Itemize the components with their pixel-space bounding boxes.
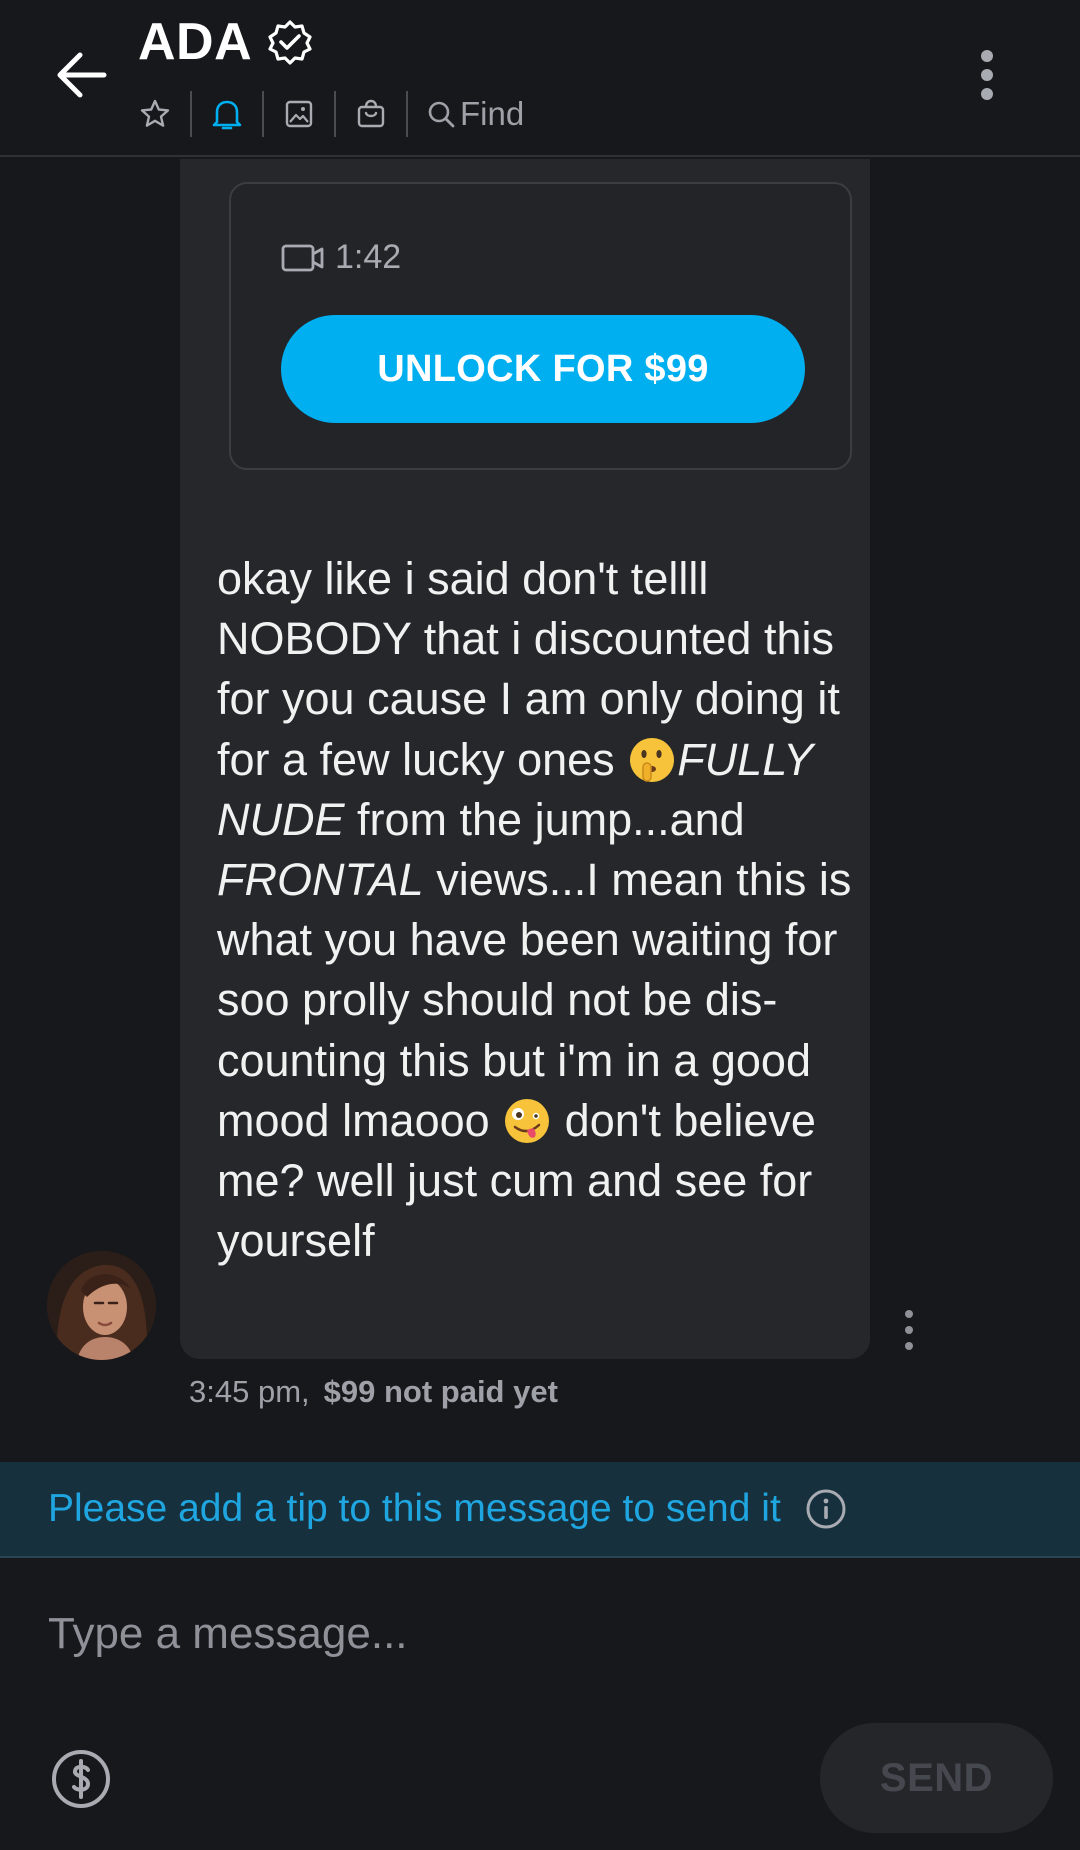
message-input[interactable]: [48, 1594, 1028, 1674]
locked-video-card[interactable]: 1:42 UNLOCK FOR $99: [229, 182, 852, 470]
message-meta: 3:45 pm, $99 not paid yet: [189, 1374, 558, 1410]
more-dots-icon: [981, 50, 993, 62]
message-dot: [905, 1342, 913, 1350]
message-dots-icon: [905, 1310, 913, 1318]
info-icon[interactable]: [805, 1488, 847, 1530]
message-time: 3:45 pm,: [189, 1374, 310, 1409]
notifications-button[interactable]: [210, 97, 244, 131]
unlock-label: UNLOCK FOR $99: [377, 347, 709, 390]
video-info: 1:42: [281, 238, 401, 277]
chat-toolbar: Find: [138, 90, 524, 138]
avatar[interactable]: [47, 1251, 156, 1360]
message-options-button[interactable]: [902, 1310, 916, 1350]
chat-screen: ADA Find 1:42 UNLOCK FOR $99 okay like i…: [0, 0, 1080, 1850]
tip-dollar-icon[interactable]: [50, 1748, 112, 1810]
star-icon: [140, 99, 170, 127]
creator-name[interactable]: ADA: [138, 12, 252, 72]
message-text: okay like i said don't tellll NOBODY tha…: [217, 549, 857, 1271]
shopping-bag-icon: [357, 99, 385, 128]
chat-header: ADA Find: [0, 0, 1080, 157]
shushing-face-icon: [630, 737, 675, 782]
send-button[interactable]: SEND: [820, 1723, 1053, 1833]
favorite-button[interactable]: [138, 97, 172, 131]
toolbar-divider: [190, 91, 192, 137]
search-icon: [428, 101, 455, 128]
unlock-button[interactable]: UNLOCK FOR $99: [281, 315, 805, 423]
more-dot: [981, 88, 993, 100]
title-row: ADA: [138, 12, 314, 72]
image-icon: [285, 100, 313, 128]
more-dot: [981, 69, 993, 81]
message-dot: [905, 1326, 913, 1334]
video-camera-icon: [281, 244, 324, 271]
verified-badge-icon: [266, 18, 314, 66]
avatar-photo: [47, 1251, 156, 1360]
toolbar-divider: [334, 91, 336, 137]
tip-notice: Please add a tip to this message to send…: [0, 1462, 1080, 1558]
media-gallery-button[interactable]: [282, 97, 316, 131]
more-options-button[interactable]: [972, 42, 1002, 108]
video-duration: 1:42: [335, 238, 402, 276]
send-label: SEND: [879, 1755, 994, 1800]
purchases-button[interactable]: [354, 97, 388, 131]
message-composer: SEND: [0, 1560, 1080, 1850]
find-label: Find: [460, 95, 525, 132]
find-button[interactable]: Find: [426, 95, 524, 133]
bell-icon: [212, 100, 242, 130]
payment-status: $99 not paid yet: [323, 1374, 558, 1409]
toolbar-divider: [262, 91, 264, 137]
arrow-left-icon: [57, 52, 107, 98]
message-text-part: from the jump...and: [344, 793, 745, 845]
back-button[interactable]: [48, 42, 114, 108]
tip-notice-text: Please add a tip to this message to send…: [48, 1487, 781, 1530]
message-text-part: FRONTAL: [217, 854, 424, 906]
toolbar-divider: [406, 91, 408, 137]
message-bubble: 1:42 UNLOCK FOR $99 okay like i said don…: [180, 159, 870, 1359]
zany-face-icon: [505, 1098, 550, 1143]
